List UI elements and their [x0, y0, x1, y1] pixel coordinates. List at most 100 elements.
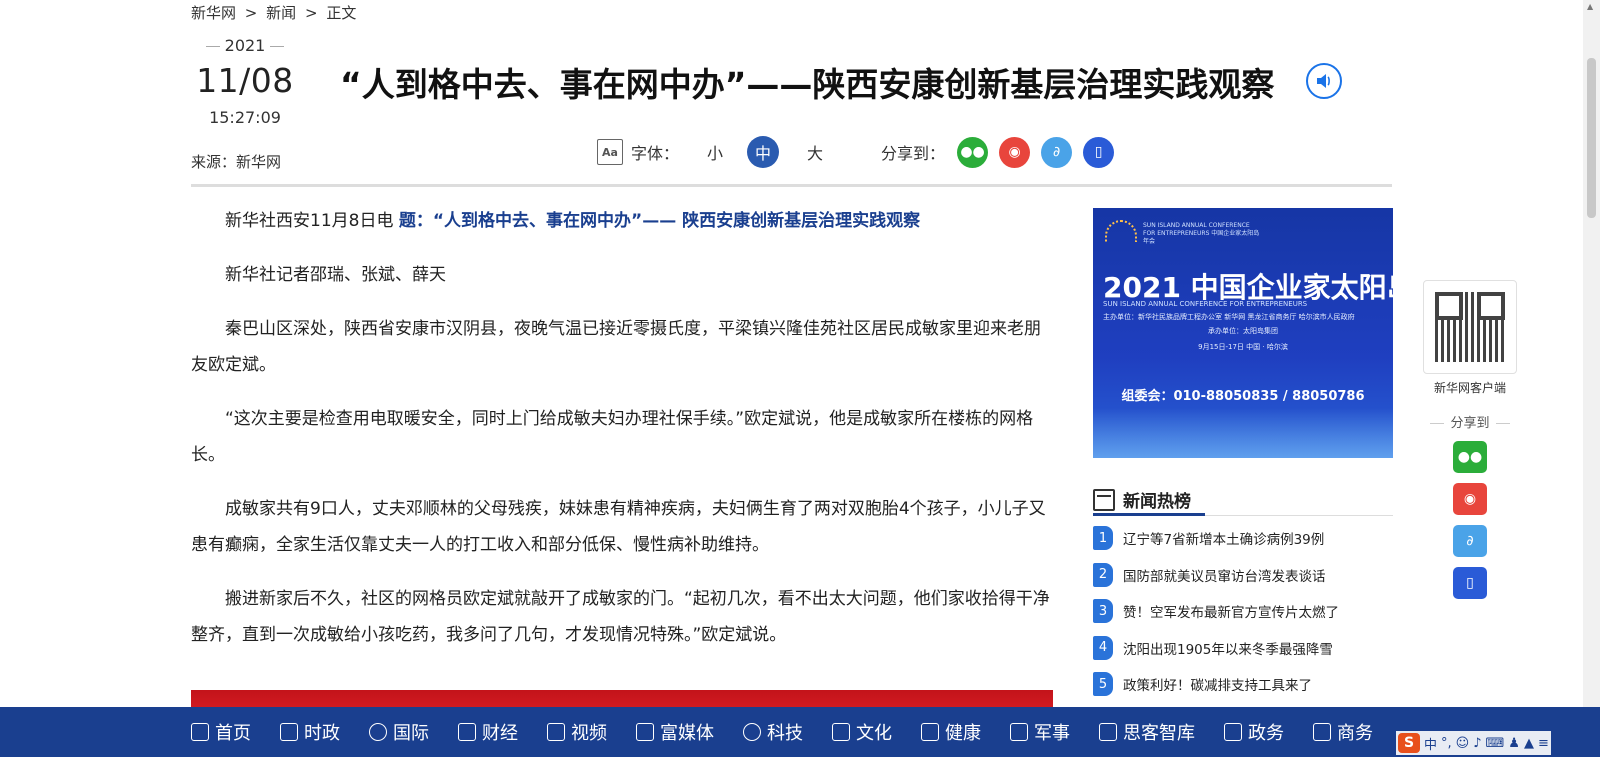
- floating-share-rail: 新华网客户端 分享到 ●● ◉ ∂ ▯: [1423, 280, 1517, 599]
- ad-skyline: [1093, 408, 1393, 458]
- punctuation-icon[interactable]: °,: [1441, 736, 1452, 751]
- hot-news-item[interactable]: 3 赞！空军发布最新官方宣传片太燃了: [1093, 593, 1393, 630]
- article-paragraph: 搬进新家后不久，社区的网格员欧定斌就敲开了成敏家的门。“起初几次，看不出太大问题…: [191, 589, 1050, 645]
- nav-label: 思客智库: [1123, 723, 1195, 744]
- speaker-icon: [1317, 74, 1330, 88]
- article-source: 来源：新华网: [191, 153, 282, 171]
- breadcrumb-section-link[interactable]: 新闻: [266, 4, 296, 22]
- rail-share-label: 分享到: [1423, 412, 1517, 431]
- font-size-icon: Aa: [597, 139, 623, 165]
- nav-business[interactable]: 商务: [1313, 719, 1373, 745]
- nav-health[interactable]: 健康: [921, 719, 981, 745]
- ad-dates: 9月15日-17日 中国 · 哈尔滨: [1198, 343, 1288, 351]
- rank-badge: 5: [1093, 672, 1113, 697]
- hot-news-link[interactable]: 辽宁等7省新增本土确诊病例39例: [1123, 528, 1324, 548]
- scrollbar-thumb[interactable]: [1587, 58, 1596, 218]
- hot-news-link[interactable]: 国防部就美议员窜访台湾发表谈话: [1123, 565, 1326, 585]
- nav-label: 科技: [767, 723, 803, 744]
- nav-finance[interactable]: 财经: [458, 719, 518, 745]
- briefcase-icon: [1313, 723, 1331, 741]
- nav-label: 富媒体: [660, 723, 714, 744]
- hot-news-link[interactable]: 沈阳出现1905年以来冬季最强降雪: [1123, 638, 1333, 658]
- microphone-icon[interactable]: ♪: [1473, 736, 1481, 751]
- shield-icon: [1010, 723, 1028, 741]
- keyboard-icon[interactable]: ⌨: [1486, 736, 1505, 751]
- nav-tech[interactable]: 科技: [743, 719, 803, 745]
- nav-military[interactable]: 军事: [1010, 719, 1070, 745]
- hot-news-underline: [1093, 513, 1205, 516]
- nav-video[interactable]: 视频: [547, 719, 607, 745]
- nav-home[interactable]: 首页: [191, 719, 251, 745]
- nav-label: 财经: [482, 723, 518, 744]
- audio-play-button[interactable]: [1306, 63, 1342, 99]
- nav-government[interactable]: 政务: [1224, 719, 1284, 745]
- article-lead-title: 题：“人到格中去、事在网中办”—— 陕西安康创新基层治理实践观察: [398, 211, 921, 231]
- font-large-button[interactable]: 大: [807, 140, 823, 164]
- sogou-logo-icon: S: [1398, 733, 1420, 753]
- hot-news-item[interactable]: 2 国防部就美议员窜访台湾发表谈话: [1093, 557, 1393, 594]
- mobile-icon: ▯: [1094, 144, 1103, 160]
- nav-label: 军事: [1034, 723, 1070, 744]
- hot-news-item[interactable]: 1 辽宁等7省新增本土确诊病例39例: [1093, 520, 1393, 557]
- publish-time: 15:27:09: [209, 108, 281, 127]
- scroll-up-icon[interactable]: ▲: [1587, 2, 1593, 11]
- ad-subtitle: SUN ISLAND ANNUAL CONFERENCE FOR ENTREPR…: [1103, 300, 1308, 308]
- hot-news-link[interactable]: 政策利好！碳减排支持工具来了: [1123, 674, 1312, 694]
- article-byline: 新华社记者邵瑞、张斌、薛天: [225, 265, 446, 285]
- breadcrumb: 新华网 > 新闻 > 正文: [191, 2, 360, 23]
- share-mobile-button[interactable]: ▯: [1083, 136, 1115, 168]
- hot-news-list: 1 辽宁等7省新增本土确诊病例39例 2 国防部就美议员窜访台湾发表谈话 3 赞！空军…: [1093, 520, 1393, 703]
- hot-news-item[interactable]: 5 政策利好！碳减排支持工具来了: [1093, 666, 1393, 703]
- breadcrumb-current: 正文: [326, 4, 357, 22]
- hot-news-link[interactable]: 赞！空军发布最新官方宣传片太燃了: [1123, 601, 1339, 621]
- ime-toolbar[interactable]: S 中 °, ☺ ♪ ⌨ ♟ ▲ ≡: [1396, 731, 1551, 755]
- share-wechat-button[interactable]: ●●: [957, 136, 989, 168]
- qr-code-icon: [1435, 292, 1505, 362]
- nav-think-tank[interactable]: 思客智库: [1099, 719, 1195, 745]
- nav-label: 文化: [856, 723, 892, 744]
- conference-logo-icon: [1105, 220, 1137, 242]
- breadcrumb-separator: >: [244, 4, 258, 22]
- nav-world[interactable]: 国际: [369, 719, 429, 745]
- ad-small-text: SUN ISLAND ANNUAL CONFERENCE FOR ENTREPR…: [1143, 222, 1260, 245]
- publish-date: 2021 11/08 15:27:09: [191, 36, 299, 127]
- mobile-icon: ▯: [1466, 575, 1474, 591]
- nav-culture[interactable]: 文化: [832, 719, 892, 745]
- rank-badge: 4: [1093, 635, 1113, 660]
- hot-news-panel: 新闻热榜 1 辽宁等7省新增本土确诊病例39例 2 国防部就美议员窜访台湾发表谈话 …: [1093, 484, 1393, 703]
- ime-mode-toggle[interactable]: 中: [1424, 734, 1437, 753]
- nav-rich-media[interactable]: 富媒体: [636, 719, 714, 745]
- weibo-icon: ◉: [1463, 491, 1477, 507]
- conference-ad-banner[interactable]: SUN ISLAND ANNUAL CONFERENCE FOR ENTREPR…: [1093, 208, 1393, 458]
- user-icon[interactable]: ♟: [1508, 736, 1520, 751]
- link-icon: ∂: [1052, 144, 1061, 160]
- font-small-button[interactable]: 小: [707, 140, 723, 164]
- emoji-icon[interactable]: ☺: [1456, 736, 1470, 751]
- page-scrollbar[interactable]: ▲: [1583, 0, 1600, 707]
- share-weibo-button[interactable]: ◉: [999, 136, 1031, 168]
- menu-icon[interactable]: ≡: [1538, 736, 1549, 751]
- share-label: 分享到：: [881, 144, 946, 163]
- app-qr-code[interactable]: [1423, 280, 1517, 374]
- hot-news-item[interactable]: 4 沈阳出现1905年以来冬季最强降雪: [1093, 630, 1393, 667]
- rail-wechat-button[interactable]: ●●: [1453, 441, 1487, 473]
- font-medium-button[interactable]: 中: [747, 136, 780, 168]
- article-toolbar: Aa 字体： 小 中 大 分享到： ●● ◉ ∂ ▯: [597, 133, 1125, 171]
- share-link-button[interactable]: ∂: [1041, 136, 1073, 168]
- rail-link-button[interactable]: ∂: [1453, 525, 1487, 557]
- nav-politics[interactable]: 时政: [280, 719, 340, 745]
- finance-icon: [458, 723, 476, 741]
- nav-label: 视频: [571, 723, 607, 744]
- nav-label: 时政: [304, 723, 340, 744]
- hot-news-title: 新闻热榜: [1123, 492, 1191, 512]
- rail-weibo-button[interactable]: ◉: [1453, 483, 1487, 515]
- skin-icon[interactable]: ▲: [1524, 736, 1534, 751]
- pulse-icon: [921, 723, 939, 741]
- rail-mobile-button[interactable]: ▯: [1453, 567, 1487, 599]
- video-icon: [547, 723, 565, 741]
- wechat-icon: ●●: [960, 144, 985, 160]
- newspaper-icon: [1093, 488, 1115, 511]
- politics-icon: [280, 723, 298, 741]
- breadcrumb-home-link[interactable]: 新华网: [191, 4, 236, 22]
- article-paragraph: 秦巴山区深处，陕西省安康市汉阴县，夜晚气温已接近零摄氏度，平梁镇兴隆佳苑社区居民…: [191, 319, 1041, 375]
